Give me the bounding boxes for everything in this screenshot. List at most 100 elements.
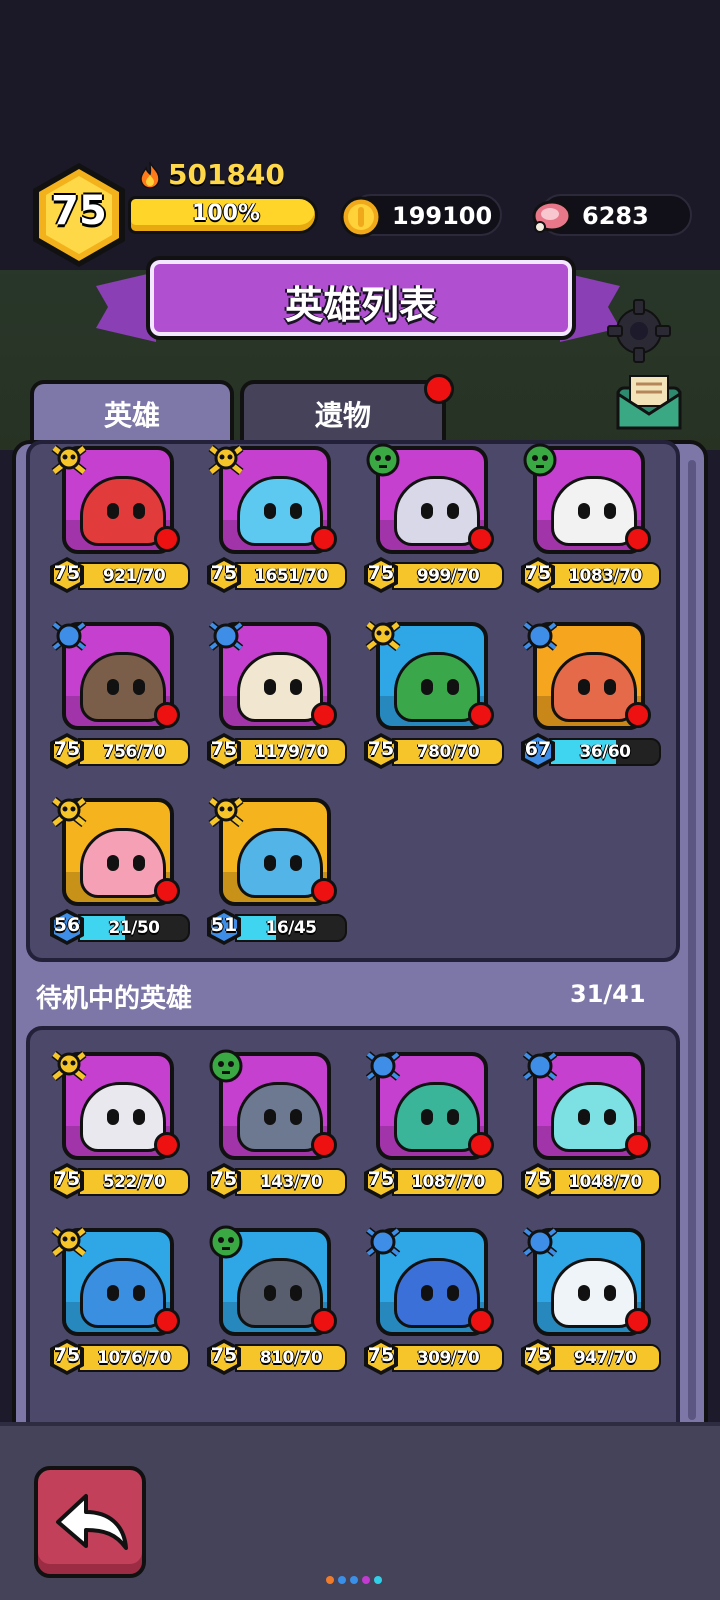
- hero-card[interactable]: 36/60 67: [519, 616, 661, 770]
- page-indicator: [326, 1576, 382, 1584]
- hero-card[interactable]: 309/70 75: [362, 1222, 504, 1375]
- notification-dot: [154, 526, 180, 552]
- rank-badge-icon: [205, 1222, 247, 1262]
- hero-card[interactable]: 999/70 75: [362, 440, 504, 594]
- hero-card[interactable]: 1179/70 75: [205, 616, 347, 770]
- card-progress-bar: 921/70: [78, 562, 190, 590]
- hero-level-badge: 75: [48, 1162, 86, 1200]
- meat-value: 6283: [582, 202, 649, 230]
- hero-card[interactable]: 1048/70 75: [519, 1046, 661, 1200]
- hero-level: 75: [210, 738, 238, 760]
- card-progress-bar: 1048/70: [549, 1168, 661, 1196]
- hero-level-badge: 75: [205, 732, 243, 770]
- rank-badge-icon: [362, 1222, 404, 1262]
- card-count: 309/70: [416, 1348, 480, 1368]
- card-progress-bar: 1076/70: [78, 1344, 190, 1372]
- gear-icon[interactable]: [604, 296, 674, 366]
- notification-dot: [311, 526, 337, 552]
- hero-level: 75: [524, 1344, 552, 1366]
- hero-level-badge: 75: [362, 1162, 400, 1200]
- notification-dot: [154, 702, 180, 728]
- hero-level-badge: 75: [519, 1162, 557, 1200]
- hero-level: 75: [524, 1168, 552, 1190]
- card-progress-bar: 522/70: [78, 1168, 190, 1196]
- card-count: 1076/70: [97, 1348, 171, 1368]
- mail-icon[interactable]: [614, 370, 684, 432]
- hero-card[interactable]: 756/70 75: [48, 616, 190, 770]
- hero-level: 56: [53, 914, 81, 936]
- hero-card[interactable]: 16/45 51: [205, 792, 347, 945]
- card-count: 810/70: [259, 1348, 323, 1368]
- gold-value: 199100: [392, 202, 493, 230]
- hero-level-badge: 75: [519, 1338, 557, 1376]
- hero-level: 75: [53, 738, 81, 760]
- card-count: 999/70: [416, 566, 480, 586]
- tab-relics[interactable]: 遗物: [240, 380, 446, 444]
- rank-badge-icon: [48, 1046, 90, 1086]
- rank-badge-icon: [48, 792, 90, 832]
- notification-dot: [468, 1308, 494, 1334]
- card-progress-bar: 780/70: [392, 738, 504, 766]
- hero-level-badge: 75: [519, 556, 557, 594]
- back-button[interactable]: [34, 1466, 146, 1578]
- hero-level-badge: 75: [362, 732, 400, 770]
- notification-dot: [468, 1132, 494, 1158]
- hero-level-badge: 75: [48, 732, 86, 770]
- rank-badge-icon: [362, 616, 404, 656]
- card-count: 16/45: [265, 918, 317, 938]
- notification-dot: [625, 1308, 651, 1334]
- card-progress-bar: 1179/70: [235, 738, 347, 766]
- notification-dot: [311, 878, 337, 904]
- hero-card[interactable]: 780/70 75: [362, 616, 504, 770]
- card-count: 1651/70: [254, 566, 328, 586]
- meat-icon: [532, 200, 572, 233]
- rank-badge-icon: [205, 1046, 247, 1086]
- meat-counter[interactable]: 6283: [532, 194, 692, 236]
- hero-level: 75: [524, 562, 552, 584]
- gold-counter[interactable]: 199100: [340, 194, 502, 238]
- hero-level: 75: [210, 1168, 238, 1190]
- card-count: 1179/70: [254, 742, 328, 762]
- notification-dot: [468, 526, 494, 552]
- rank-badge-icon: [48, 616, 90, 656]
- card-progress-bar: 756/70: [78, 738, 190, 766]
- hero-card[interactable]: 1083/70 75: [519, 440, 661, 594]
- card-count: 947/70: [573, 1348, 637, 1368]
- hero-card[interactable]: 947/70 75: [519, 1222, 661, 1376]
- notification-dot: [154, 1132, 180, 1158]
- hero-card[interactable]: 21/50 56: [48, 792, 190, 946]
- xp-progress-bar: 100%: [128, 196, 318, 234]
- rank-badge-icon: [519, 1222, 561, 1262]
- hero-card[interactable]: 1087/70 75: [362, 1046, 504, 1200]
- notification-dot: [154, 878, 180, 904]
- hero-level: 75: [53, 562, 81, 584]
- hero-level-badge: 75: [205, 1162, 243, 1200]
- player-level-badge[interactable]: 75: [30, 160, 128, 270]
- hero-level-badge: 75: [362, 556, 400, 594]
- card-progress-bar: 1651/70: [235, 562, 347, 590]
- card-progress-bar: 999/70: [392, 562, 504, 590]
- rank-badge-icon: [48, 440, 90, 480]
- hero-card[interactable]: 522/70 75: [48, 1046, 190, 1200]
- rank-badge-icon: [519, 1046, 561, 1086]
- xp-percent: 100%: [192, 201, 260, 226]
- hero-card[interactable]: 1651/70 75: [205, 440, 347, 593]
- scrollbar[interactable]: [688, 460, 696, 1420]
- hero-card[interactable]: 921/70 75: [48, 440, 190, 593]
- hero-level-badge: 67: [519, 732, 557, 770]
- rank-badge-icon: [205, 616, 247, 656]
- hero-level-badge: 75: [48, 1338, 86, 1376]
- card-count: 756/70: [102, 742, 166, 762]
- card-progress-bar: 16/45: [235, 914, 347, 942]
- hero-card[interactable]: 1076/70 75: [48, 1222, 190, 1376]
- tab-heroes-label: 英雄: [103, 399, 160, 432]
- hero-card[interactable]: 143/70 75: [205, 1046, 347, 1200]
- notification-dot: [468, 702, 494, 728]
- hero-level-badge: 56: [48, 908, 86, 946]
- hero-level: 75: [210, 562, 238, 584]
- rank-badge-icon: [519, 616, 561, 656]
- notification-dot: [311, 1132, 337, 1158]
- tab-heroes[interactable]: 英雄: [30, 380, 234, 444]
- hero-card[interactable]: 810/70 75: [205, 1222, 347, 1375]
- card-progress-bar: 1083/70: [549, 562, 661, 590]
